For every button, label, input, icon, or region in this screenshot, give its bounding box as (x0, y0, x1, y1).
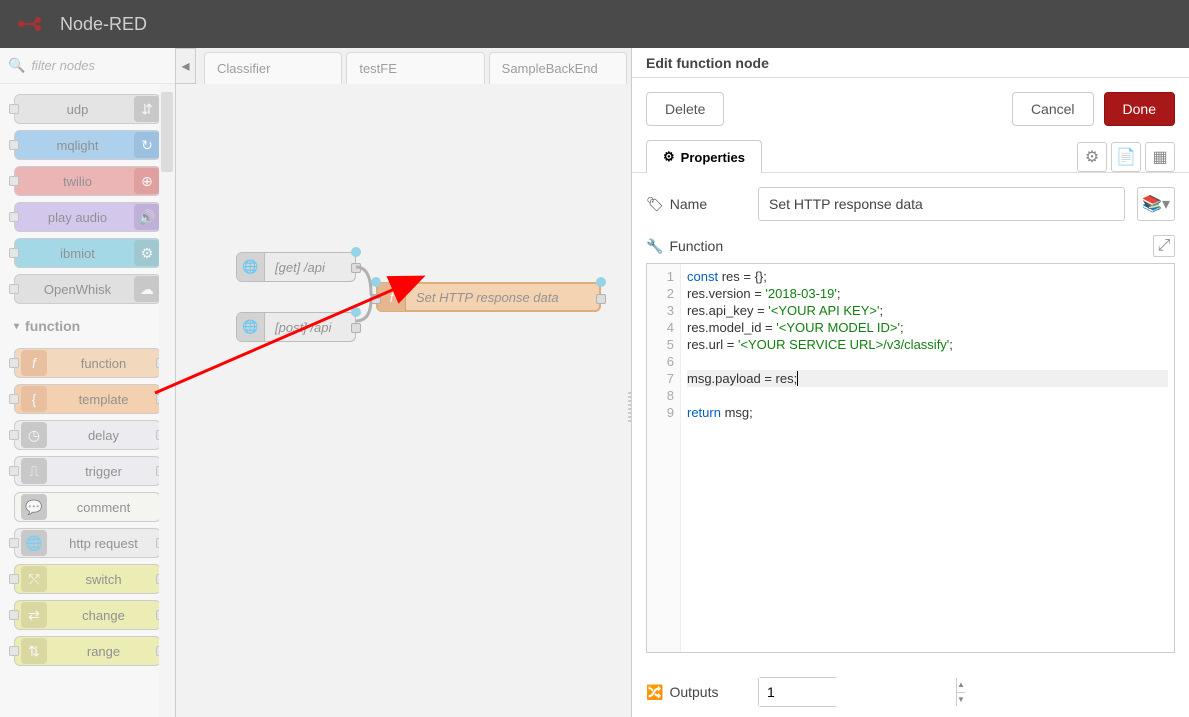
tab-samplebackend[interactable]: SampleBackEnd (489, 52, 627, 84)
name-type-button[interactable]: 📚▾ (1137, 187, 1175, 221)
twilio-icon: ⊕ (134, 168, 160, 194)
globe-icon: 🌐 (237, 313, 265, 341)
palette-node-ibmiot[interactable]: ibmiot⚙ (14, 238, 161, 268)
tag-icon: 🏷 (646, 196, 664, 213)
outputs-input[interactable] (759, 678, 956, 706)
flow-canvas[interactable]: Classifier testFE SampleBackEnd 🌐 [get] … (176, 48, 631, 717)
switch-icon: ⤲ (21, 566, 47, 592)
spinner-down[interactable]: ▼ (957, 693, 965, 707)
filter-input[interactable] (31, 58, 167, 73)
node-http-post[interactable]: 🌐 [post] /api (236, 312, 356, 342)
app-logo (16, 14, 48, 34)
expand-icon: ⤢ (1158, 237, 1171, 255)
book-icon: 📚▾ (1142, 194, 1170, 214)
globe-icon: 🌐 (237, 253, 265, 281)
pulse-icon: ⎍ (21, 458, 47, 484)
cancel-button[interactable]: Cancel (1012, 92, 1094, 126)
palette-node-change[interactable]: ⇄change (14, 600, 161, 630)
delete-button[interactable]: Delete (646, 92, 724, 126)
cloud-icon: ☁ (134, 276, 160, 302)
name-label: 🏷Name (646, 196, 746, 213)
palette-node-udp[interactable]: udp⇵ (14, 94, 161, 124)
palette-node-template[interactable]: {template (14, 384, 161, 414)
gear-icon: ⚙ (1085, 147, 1099, 167)
palette-node-delay[interactable]: ◷delay (14, 420, 161, 450)
wrench-icon: 🔧 (646, 238, 663, 255)
tab-testfe[interactable]: testFE (346, 52, 484, 84)
template-icon: { (21, 386, 47, 412)
app-title: Node-RED (60, 14, 147, 35)
speaker-icon: 🔊 (134, 204, 160, 230)
palette-filter: 🔍 (0, 48, 175, 84)
palette-node-switch[interactable]: ⤲switch (14, 564, 161, 594)
bridge-icon: ⇵ (134, 96, 160, 122)
node-http-get[interactable]: 🌐 [get] /api (236, 252, 356, 282)
settings-button[interactable]: ⚙ (1077, 142, 1107, 172)
panel-resize-handle[interactable] (626, 96, 634, 717)
palette-node-function[interactable]: ffunction (14, 348, 161, 378)
category-function[interactable]: ▾function (4, 310, 171, 342)
palette-node-comment[interactable]: 💬comment (14, 492, 161, 522)
globe-icon: 🌐 (21, 530, 47, 556)
code-body[interactable]: const res = {};res.version = '2018-03-19… (681, 264, 1174, 652)
palette-node-playaudio[interactable]: play audio🔊 (14, 202, 161, 232)
comment-icon: 💬 (21, 494, 47, 520)
chevron-down-icon: ▾ (14, 321, 19, 332)
palette-scrollbar[interactable] (159, 84, 175, 717)
gear-icon: ⚙ (663, 149, 675, 165)
range-icon: ⇅ (21, 638, 47, 664)
change-icon: ⇄ (21, 602, 47, 628)
function-icon: f (378, 283, 406, 311)
gear-icon: ⚙ (134, 240, 160, 266)
search-icon: 🔍 (8, 57, 25, 74)
name-input[interactable] (758, 187, 1125, 221)
edit-panel-title: Edit function node (632, 48, 1189, 78)
palette-sidebar: 🔍 udp⇵ mqlight↻ twilio⊕ play audio🔊 ibmi… (0, 48, 176, 717)
outputs-label: 🔀Outputs (646, 684, 746, 701)
palette-node-twilio[interactable]: twilio⊕ (14, 166, 161, 196)
spinner-up[interactable]: ▲ (957, 678, 965, 693)
app-header: Node-RED (0, 0, 1189, 48)
file-icon: 📄 (1116, 147, 1136, 167)
palette-toggle[interactable]: ◂ (176, 48, 196, 84)
tab-properties[interactable]: ⚙ Properties (646, 140, 762, 173)
palette-node-httprequest[interactable]: 🌐http request (14, 528, 161, 558)
done-button[interactable]: Done (1104, 92, 1175, 126)
tab-classifier[interactable]: Classifier (204, 52, 342, 84)
line-gutter: 123456789 (647, 264, 681, 652)
outputs-spinner[interactable]: ▲▼ (758, 677, 838, 707)
node-function-selected[interactable]: f Set HTTP response data (376, 282, 601, 312)
code-editor[interactable]: 123456789 const res = {};res.version = '… (646, 263, 1175, 653)
palette-node-range[interactable]: ⇅range (14, 636, 161, 666)
appearance-button[interactable]: ▦ (1145, 142, 1175, 172)
palette-node-trigger[interactable]: ⎍trigger (14, 456, 161, 486)
palette-node-openwhisk[interactable]: OpenWhisk☁ (14, 274, 161, 304)
function-icon: f (21, 350, 47, 376)
refresh-icon: ↻ (134, 132, 160, 158)
function-label: 🔧Function (646, 238, 746, 255)
layers-icon: ▦ (1152, 147, 1167, 167)
palette-node-mqlight[interactable]: mqlight↻ (14, 130, 161, 160)
flow-tabs: Classifier testFE SampleBackEnd (176, 48, 631, 84)
expand-editor-button[interactable]: ⤢ (1153, 235, 1175, 257)
shuffle-icon: 🔀 (646, 684, 663, 701)
docs-button[interactable]: 📄 (1111, 142, 1141, 172)
edit-panel: Edit function node Delete Cancel Done ⚙ … (631, 48, 1189, 717)
clock-icon: ◷ (21, 422, 47, 448)
